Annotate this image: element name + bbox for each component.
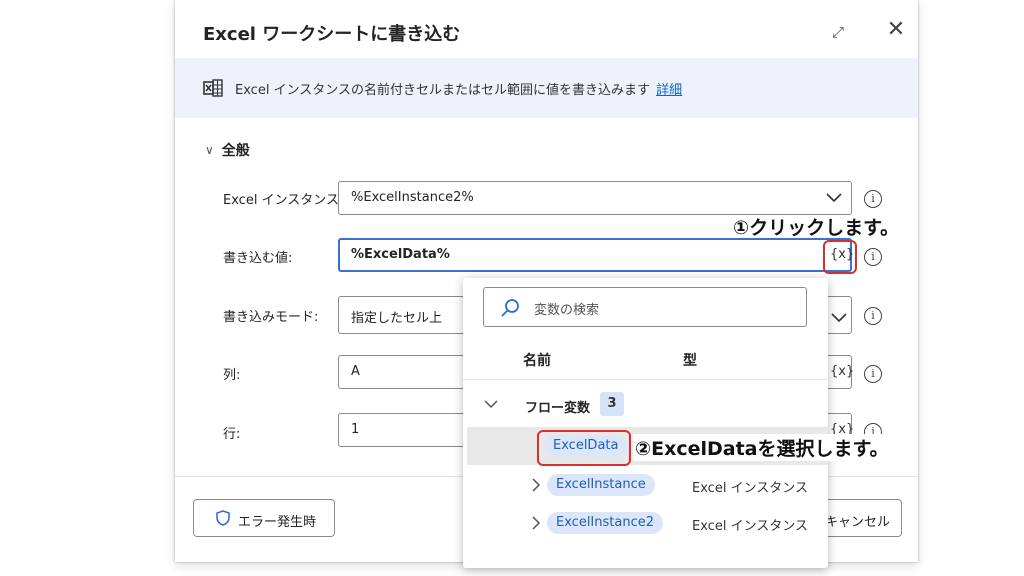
- value-text: %ExcelData%: [351, 247, 450, 262]
- variable-type: Excel インスタンス: [692, 481, 809, 496]
- instance-label: Excel インスタンス:: [223, 193, 344, 208]
- chevron-down-icon: ∨: [205, 143, 214, 157]
- value-input[interactable]: %ExcelData%: [338, 238, 852, 272]
- mode-label: 書き込みモード:: [223, 310, 319, 325]
- column-value: A: [351, 364, 360, 379]
- variable-name-pill: ExcelInstance2: [547, 512, 664, 534]
- row-value: 1: [351, 422, 360, 437]
- instance-dropdown[interactable]: %ExcelInstance2%: [338, 181, 852, 215]
- chevron-right-icon: [532, 516, 541, 530]
- excel-icon: [203, 79, 223, 97]
- variable-type: Excel インスタンス: [692, 519, 809, 534]
- column-header-name: 名前: [523, 353, 551, 369]
- row-label: 行:: [223, 427, 241, 442]
- on-error-label: エラー発生時: [238, 515, 317, 530]
- section-title: 全般: [221, 143, 250, 159]
- info-banner: Excel インスタンスの名前付きセルまたはセル範囲に値を書き込みます 詳細: [175, 58, 918, 118]
- expand-icon[interactable]: ⤢: [826, 20, 850, 44]
- instance-value: %ExcelInstance2%: [351, 190, 474, 205]
- annotation-step1: ①クリックします。: [733, 217, 900, 239]
- group-label: フロー変数: [525, 401, 591, 416]
- variable-row[interactable]: ExcelInstance Excel インスタンス: [467, 466, 828, 504]
- variable-name-pill: ExcelInstance: [547, 474, 655, 496]
- chevron-right-icon: [532, 478, 541, 492]
- variable-picker-button[interactable]: {x}: [830, 364, 854, 379]
- column-label: 列:: [223, 368, 241, 383]
- variable-search-input[interactable]: 変数の検索: [483, 287, 807, 327]
- annotation-step2: ②ExcelDataを選択します。: [633, 434, 891, 461]
- chevron-down-icon: [831, 313, 847, 323]
- shield-icon: [216, 510, 230, 526]
- variable-row[interactable]: ExcelInstance2 Excel インスタンス: [467, 504, 828, 542]
- search-icon: [501, 299, 519, 317]
- group-count-badge: 3: [600, 392, 624, 416]
- value-label: 書き込む値:: [223, 251, 293, 266]
- column-header-type: 型: [683, 353, 697, 369]
- close-icon[interactable]: ✕: [883, 17, 909, 43]
- variable-picker-popup: 変数の検索 名前 型 フロー変数 3 ExcelData ExcelInstan…: [463, 278, 828, 568]
- info-icon[interactable]: i: [864, 248, 882, 266]
- chevron-down-icon: [826, 193, 842, 203]
- details-link[interactable]: 詳細: [656, 83, 682, 98]
- info-icon[interactable]: i: [864, 190, 882, 208]
- chevron-down-icon: [484, 400, 498, 409]
- highlight-box-step2: [537, 430, 631, 466]
- on-error-button[interactable]: エラー発生時: [193, 499, 335, 537]
- cancel-label: キャンセル: [825, 515, 891, 530]
- highlight-box-step1: [823, 240, 857, 274]
- mode-value: 指定したセル上: [351, 311, 443, 326]
- info-icon[interactable]: i: [864, 307, 882, 325]
- general-section-header[interactable]: ∨ 全般: [205, 140, 250, 160]
- search-placeholder: 変数の検索: [534, 303, 600, 318]
- header-divider: [463, 379, 828, 380]
- info-icon[interactable]: i: [864, 365, 882, 383]
- dialog-title: Excel ワークシートに書き込む: [203, 24, 461, 45]
- info-text: Excel インスタンスの名前付きセルまたはセル範囲に値を書き込みます 詳細: [235, 79, 682, 98]
- info-description: Excel インスタンスの名前付きセルまたはセル範囲に値を書き込みます: [235, 83, 651, 98]
